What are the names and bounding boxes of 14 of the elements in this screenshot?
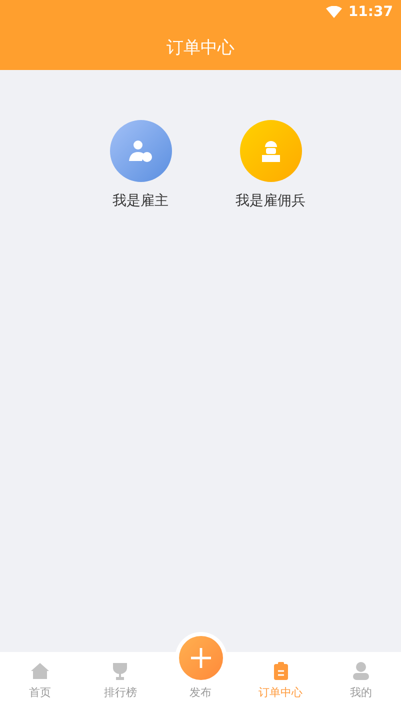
tab-bar-item[interactable]: 首页	[0, 652, 80, 710]
plus-icon	[188, 646, 212, 670]
publish-button[interactable]	[178, 636, 222, 680]
tab-bar-item[interactable]: 订单中心	[240, 652, 321, 710]
tab-label[interactable]: 发布	[190, 685, 212, 700]
home-icon	[30, 661, 50, 681]
role-label[interactable]: 我是雇主	[112, 192, 168, 210]
status-time: 11:37	[348, 4, 393, 20]
tab-bar-item[interactable]: 排行榜	[80, 652, 160, 710]
person-icon	[350, 661, 371, 681]
page-title: 订单中心	[166, 36, 234, 58]
tab-bar-item[interactable]: 我的	[320, 652, 401, 710]
wifi-icon	[326, 6, 342, 18]
role-label[interactable]: 我是雇佣兵	[236, 192, 306, 210]
